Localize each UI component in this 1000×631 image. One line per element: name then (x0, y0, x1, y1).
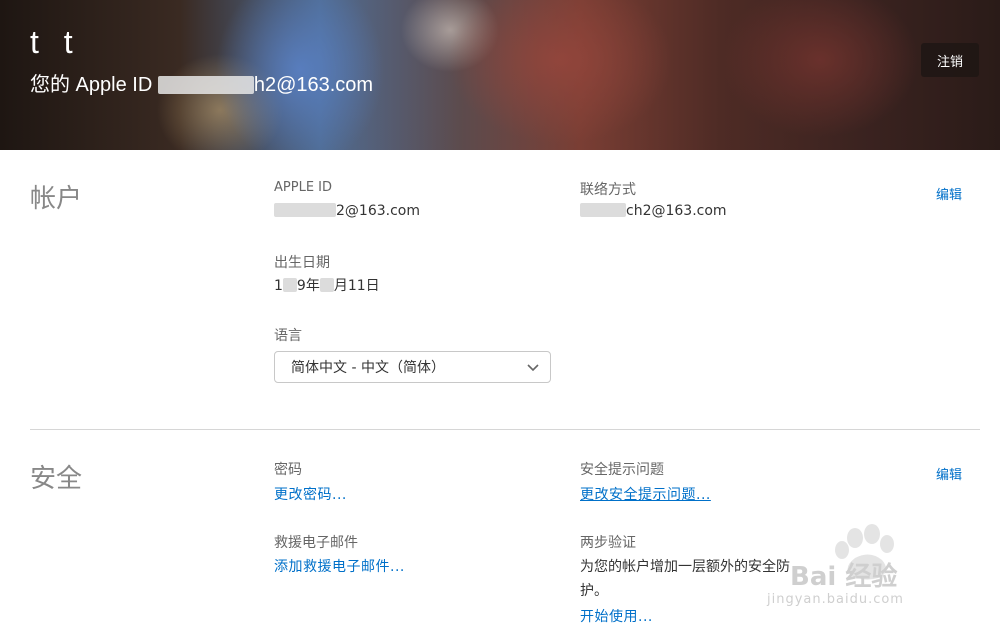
contact-value-text: ch2@163.com (626, 203, 727, 219)
contact-label: 联络方式 (580, 182, 636, 198)
change-password-link[interactable]: 更改密码... (274, 484, 347, 504)
language-label: 语言 (274, 328, 302, 344)
language-select-value: 简体中文 - 中文（简体） (291, 360, 445, 376)
birthday-part: 9年 (296, 278, 320, 294)
security-questions-label: 安全提示问题 (580, 462, 664, 478)
birthday-part: 月11日 (333, 278, 380, 294)
two-step-description-line1: 为您的帐户增加一层额外的安全防 (580, 559, 790, 575)
birthday-label: 出生日期 (274, 255, 330, 271)
rescue-email-label: 救援电子邮件 (274, 535, 358, 551)
apple-id-label: APPLE ID (274, 180, 333, 195)
security-edit-link[interactable]: 编辑 (936, 464, 962, 483)
watermark-text: Bai 经验 (790, 562, 898, 592)
apple-id-value: 2@163.com (274, 203, 420, 219)
redacted-block (580, 203, 626, 217)
user-name: t t (30, 24, 81, 60)
contact-value: ch2@163.com (580, 203, 727, 219)
two-step-label: 两步验证 (580, 535, 636, 551)
security-section-title: 安全 (30, 464, 83, 494)
password-label: 密码 (274, 462, 302, 478)
apple-id-heading-prefix: 您的 Apple ID (30, 74, 158, 96)
account-section-title: 帐户 (30, 184, 83, 214)
redacted-block (274, 203, 336, 217)
sign-out-button[interactable]: 注销 (921, 43, 979, 77)
account-edit-link[interactable]: 编辑 (936, 184, 962, 203)
birthday-part: 1 (274, 278, 283, 294)
redacted-block (157, 76, 254, 94)
redacted-block (282, 278, 297, 292)
birthday-value: 1 9年 月11日 (274, 275, 380, 295)
two-step-description-line2: 护。 (580, 583, 608, 599)
watermark-url: jingyan.baidu.com (767, 592, 904, 607)
apple-id-heading: 您的 Apple ID h2@163.com (30, 68, 373, 97)
add-rescue-email-link[interactable]: 添加救援电子邮件... (274, 556, 405, 576)
apple-id-heading-suffix: h2@163.com (253, 74, 374, 96)
change-security-questions-link[interactable]: 更改安全提示问题... (580, 484, 711, 504)
language-select[interactable]: 简体中文 - 中文（简体） (274, 351, 551, 383)
two-step-start-link[interactable]: 开始使用... (580, 606, 653, 626)
apple-id-value-text: 2@163.com (336, 203, 420, 219)
section-divider (30, 429, 980, 430)
chevron-down-icon (527, 364, 539, 372)
redacted-block (319, 278, 334, 292)
